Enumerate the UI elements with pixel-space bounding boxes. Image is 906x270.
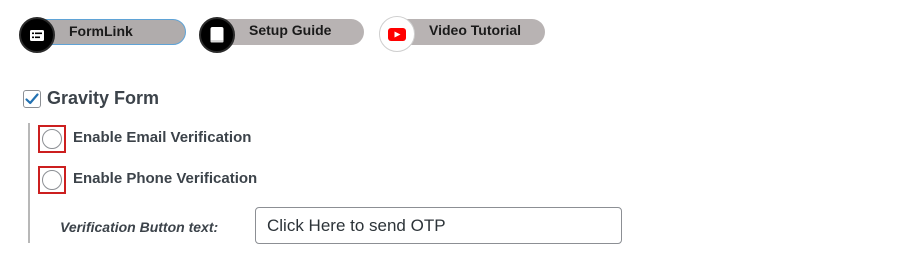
tab-setup-guide-label: Setup Guide [249,22,332,38]
phone-verification-radio[interactable] [38,166,66,194]
section-divider [28,123,30,243]
tab-video-tutorial-label: Video Tutorial [429,22,522,38]
book-icon[interactable] [199,17,235,53]
form-list-icon[interactable] [19,17,55,53]
verification-button-text-label: Verification Button text: [60,219,219,235]
gravity-form-checkbox[interactable] [23,90,41,108]
email-verification-radio[interactable] [38,125,66,153]
verification-button-text-input[interactable] [255,207,622,244]
tab-formlink-label: FormLink [69,23,133,39]
phone-verification-radio-circle [42,170,62,190]
gravity-form-title: Gravity Form [47,88,160,108]
youtube-play-icon[interactable] [379,16,415,52]
email-verification-radio-circle [42,129,62,149]
email-verification-label: Enable Email Verification [73,129,252,146]
checkmark-icon [25,93,39,105]
phone-verification-label: Enable Phone Verification [73,170,258,187]
